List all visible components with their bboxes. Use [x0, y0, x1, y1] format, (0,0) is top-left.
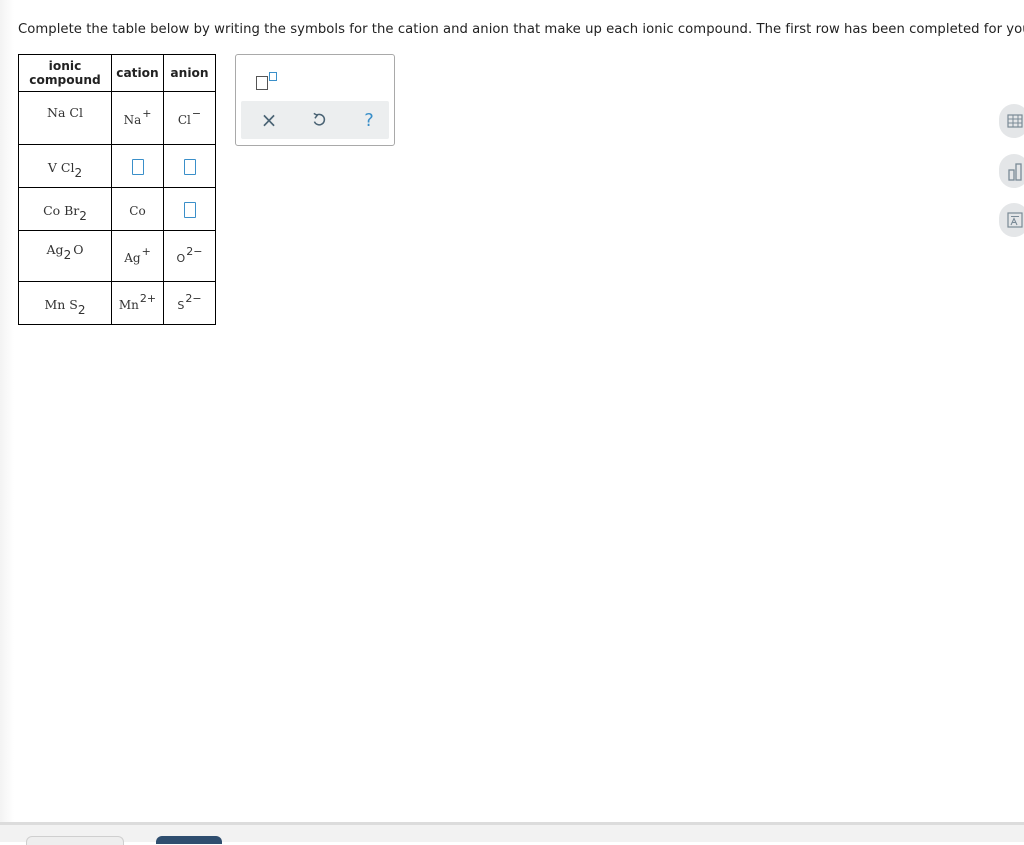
cation-cell: Na+: [111, 91, 164, 145]
periodic-table-icon: [1007, 212, 1023, 228]
left-edge-shade: [0, 0, 14, 839]
footer-button-secondary[interactable]: [26, 836, 124, 845]
cation-answer-input[interactable]: Co: [129, 204, 145, 218]
anion-cell: [163, 187, 216, 231]
compound-formula: Co Br2: [43, 202, 87, 222]
periodic-table-tool-button[interactable]: [999, 203, 1024, 237]
anion-answer-input[interactable]: [183, 159, 196, 175]
help-button[interactable]: ?: [358, 109, 380, 131]
bar-chart-icon: [1008, 163, 1022, 181]
formula-base: Ag: [46, 242, 64, 257]
table-icon: [1007, 114, 1023, 128]
table-row: Co Br2 Co: [18, 187, 216, 231]
compound-formula: Ag2 O: [46, 242, 84, 261]
header-cation: cation: [111, 54, 164, 92]
ion-charge: +: [142, 106, 152, 120]
ionic-compound-table: ionic compound cation anion Na Cl Na+ Cl…: [18, 54, 216, 325]
superscript-box-icon[interactable]: [256, 72, 280, 92]
ion-symbol: Cl: [177, 112, 191, 127]
formula-subscript: 2: [77, 302, 86, 317]
compound-cell: Mn S2: [18, 281, 112, 325]
table-row: V Cl2: [18, 144, 216, 188]
data-table-tool-button[interactable]: [999, 104, 1024, 138]
anion-cell: [163, 144, 216, 188]
formula-base: Co Br: [43, 202, 80, 218]
formula-subscript: 2: [74, 165, 83, 180]
ion-symbol: Ag: [124, 250, 141, 265]
undo-button[interactable]: [308, 109, 330, 131]
header-compound-line1: ionic: [48, 59, 82, 73]
superscript-base-box: [256, 76, 268, 90]
table-row: Ag2 O Ag+ O2−: [18, 230, 216, 282]
compound-formula: V Cl2: [47, 159, 82, 179]
table-row: Na Cl Na+ Cl−: [18, 91, 216, 145]
chart-tool-button[interactable]: [999, 154, 1024, 188]
help-icon: ?: [364, 109, 374, 131]
footer-button-primary[interactable]: [156, 836, 222, 844]
cation-cell: [111, 144, 164, 188]
ion-charge: 2−: [185, 291, 202, 305]
anion-answer-input[interactable]: S2−: [177, 291, 202, 312]
superscript-exponent-box: [269, 72, 277, 81]
footer-bar: [0, 822, 1024, 845]
table-row: Mn S2 Mn2+ S2−: [18, 281, 216, 325]
close-icon: ×: [260, 108, 278, 132]
ion-symbol: S: [177, 298, 185, 312]
ion-charge: +: [141, 244, 151, 258]
formula-base: Mn S: [44, 296, 78, 312]
palette-action-bar: × ?: [241, 101, 389, 139]
ion-charge: −: [191, 106, 202, 120]
header-compound-line2: compound: [29, 73, 101, 87]
header-ionic-compound: ionic compound: [18, 54, 112, 92]
compound-cell: Co Br2: [18, 187, 112, 231]
formula-base: V Cl: [47, 159, 75, 175]
cation-cell[interactable]: Mn2+: [111, 281, 164, 325]
header-anion: anion: [163, 54, 216, 92]
clear-button[interactable]: ×: [258, 108, 280, 132]
instructions-text: Complete the table below by writing the …: [18, 22, 1024, 37]
math-palette: × ?: [235, 54, 395, 146]
compound-formula: Na Cl: [47, 105, 83, 120]
anion-cell[interactable]: O2−: [163, 230, 216, 282]
cation-cell[interactable]: Co: [111, 187, 164, 231]
ion-charge: 2−: [186, 244, 203, 258]
anion-answer-input[interactable]: O2−: [176, 244, 203, 265]
table-header-row: ionic compound cation anion: [18, 54, 216, 92]
anion-answer-input[interactable]: [183, 202, 196, 218]
cation-ion: Na+: [123, 106, 152, 127]
ion-symbol: O: [176, 251, 186, 265]
formula-base: O: [73, 242, 84, 257]
formula-subscript: 2: [79, 208, 87, 223]
undo-icon: [313, 112, 326, 126]
anion-cell[interactable]: S2−: [163, 281, 216, 325]
anion-ion: Cl−: [177, 106, 202, 127]
cation-answer-input[interactable]: Mn2+: [118, 291, 157, 312]
compound-formula: Mn S2: [44, 296, 85, 316]
cation-cell[interactable]: Ag+: [111, 230, 164, 282]
ion-symbol: Na: [123, 112, 142, 127]
compound-cell: Na Cl: [18, 91, 112, 145]
anion-cell: Cl−: [163, 91, 216, 145]
ion-symbol: Mn: [118, 297, 139, 312]
cation-answer-input[interactable]: [131, 159, 144, 175]
ion-symbol: Co: [129, 203, 146, 218]
compound-cell: Ag2 O: [18, 230, 112, 282]
formula-subscript: 2: [63, 248, 72, 262]
ion-charge: 2+: [139, 291, 157, 305]
cation-answer-input[interactable]: Ag+: [124, 244, 151, 265]
compound-cell: V Cl2: [18, 144, 112, 188]
